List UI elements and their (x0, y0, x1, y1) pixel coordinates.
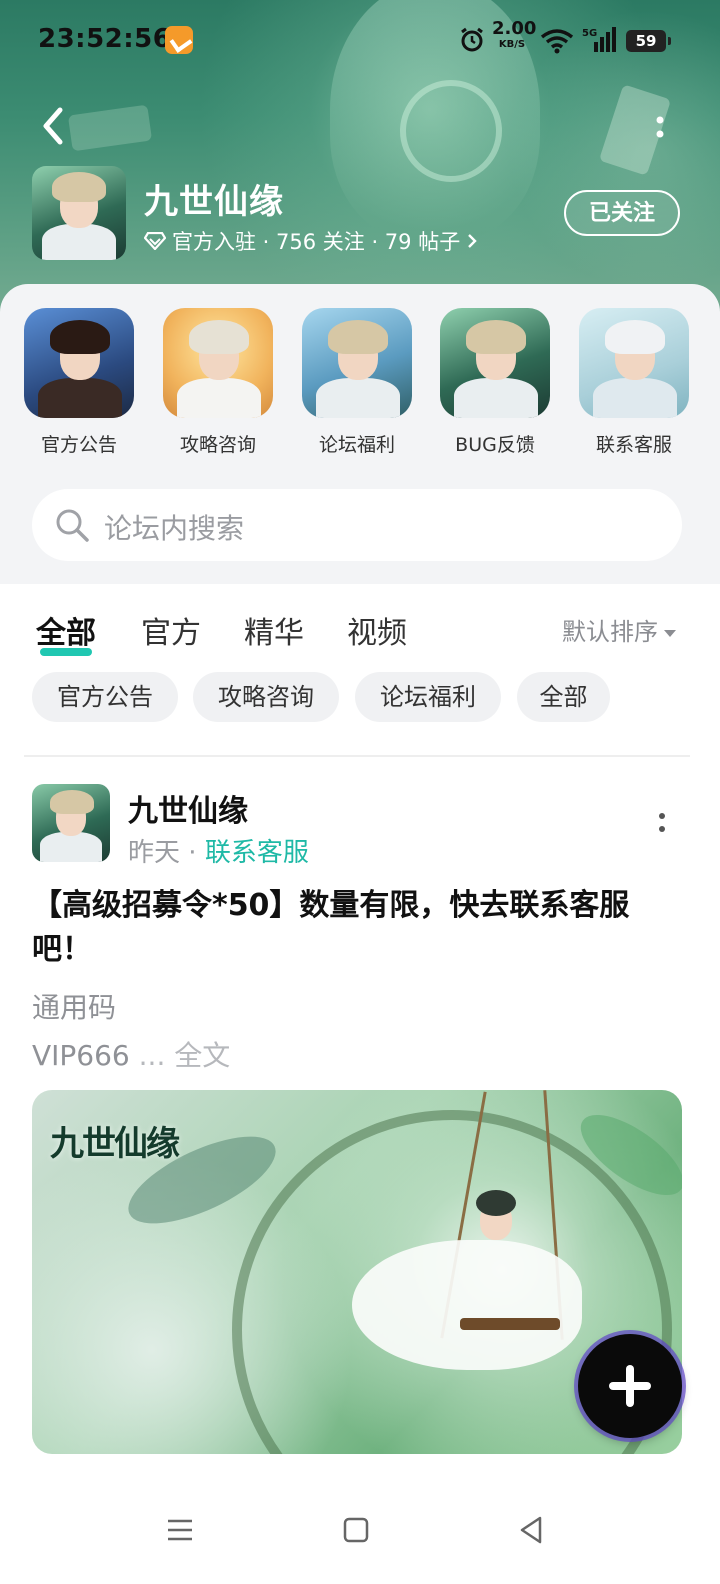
forum-meta-text: 官方入驻 · 756 关注 · 79 帖子 (172, 230, 461, 254)
chip-welfare[interactable]: 论坛福利 (355, 672, 501, 722)
category-label: 联系客服 (595, 434, 672, 456)
category-label: 攻略咨询 (179, 434, 256, 456)
post-body-code: VIP666 (32, 1039, 130, 1072)
chevron-right-icon (468, 234, 477, 248)
post-title[interactable]: 【高级招募令*50】数量有限，快去联系客服吧！ (32, 884, 682, 972)
post-body-line: VIP666 ... 全文 (32, 1034, 230, 1074)
category-customer-service[interactable]: 联系客服 (578, 308, 690, 457)
meta-separator: · (180, 838, 205, 868)
cellular-signal-icon: 5G (582, 27, 616, 52)
status-bar: 23:52:56 2.00 KB/S 5G 59 (0, 18, 720, 62)
image-art (352, 1240, 582, 1370)
post-author-avatar[interactable] (32, 784, 110, 862)
feed-tabs: 全部 官方 精华 视频 默认排序 (0, 600, 720, 660)
divider (24, 755, 690, 757)
image-art (476, 1190, 516, 1216)
game-logo: 九世仙缘 (50, 1124, 180, 1164)
notification-app-icon (165, 26, 193, 54)
follow-button[interactable]: 已关注 (564, 190, 680, 236)
menu-icon[interactable] (160, 1510, 200, 1550)
image-art (460, 1318, 560, 1330)
category-image (579, 308, 689, 418)
category-label: BUG反馈 (455, 434, 535, 456)
post-category-tag[interactable]: 联系客服 (205, 838, 309, 868)
read-more-link[interactable]: ... 全文 (130, 1039, 231, 1072)
category-image (440, 308, 550, 418)
tab-all[interactable]: 全部 (36, 608, 96, 656)
post-more-options-icon[interactable] (648, 808, 676, 844)
caret-down-icon (664, 629, 676, 637)
category-bug-report[interactable]: BUG反馈 (439, 308, 551, 457)
tab-video[interactable]: 视频 (347, 608, 407, 652)
home-icon[interactable] (336, 1510, 376, 1550)
network-speed: 2.00 KB/S (492, 18, 537, 51)
system-navigation-bar (0, 1484, 720, 1584)
category-label: 官方公告 (40, 434, 117, 456)
post-body-line: 通用码 (32, 991, 117, 1024)
category-shortcuts: 官方公告 攻略咨询 论坛福利 BUG反馈 联系客服 (0, 308, 720, 456)
tab-featured[interactable]: 精华 (244, 608, 304, 652)
category-announcement[interactable]: 官方公告 (23, 308, 135, 457)
battery-indicator: 59 (626, 30, 671, 52)
search-input[interactable]: 论坛内搜索 (104, 507, 244, 547)
back-triangle-icon[interactable] (512, 1510, 552, 1550)
category-label: 论坛福利 (318, 434, 395, 456)
forum-search-bar[interactable]: 论坛内搜索 (32, 489, 682, 561)
category-image (163, 308, 273, 418)
chip-all[interactable]: 全部 (517, 672, 610, 722)
banner-talisman-art (67, 104, 153, 152)
post-author-name[interactable]: 九世仙缘 (128, 786, 248, 830)
chip-announcement[interactable]: 官方公告 (32, 672, 178, 722)
category-image (24, 308, 134, 418)
svg-text:5G: 5G (582, 28, 597, 39)
post-time: 昨天 (128, 838, 181, 868)
category-guide[interactable]: 攻略咨询 (162, 308, 274, 457)
sort-label: 默认排序 (562, 618, 658, 646)
status-time: 23:52:56 (38, 24, 172, 54)
tab-official[interactable]: 官方 (141, 608, 201, 652)
more-options-icon[interactable] (646, 112, 674, 148)
chip-guide[interactable]: 攻略咨询 (193, 672, 339, 722)
search-icon (56, 509, 89, 542)
post-meta: 昨天 · 联系客服 (128, 832, 309, 869)
alarm-icon (461, 27, 483, 52)
forum-panel: 官方公告 攻略咨询 论坛福利 BUG反馈 联系客服 论坛内搜索 (0, 284, 720, 584)
back-arrow-icon[interactable] (34, 104, 74, 148)
wifi-icon (540, 29, 574, 54)
category-welfare[interactable]: 论坛福利 (301, 308, 413, 457)
forum-meta-link[interactable]: 官方入驻 · 756 关注 · 79 帖子 (144, 226, 478, 256)
category-image (302, 308, 412, 418)
forum-avatar (32, 166, 126, 260)
forum-title: 九世仙缘 (144, 182, 284, 222)
sort-dropdown[interactable]: 默认排序 (562, 612, 676, 647)
banner-swirl-art (400, 80, 502, 182)
verified-diamond-icon (144, 232, 166, 250)
create-post-button[interactable] (578, 1334, 682, 1438)
